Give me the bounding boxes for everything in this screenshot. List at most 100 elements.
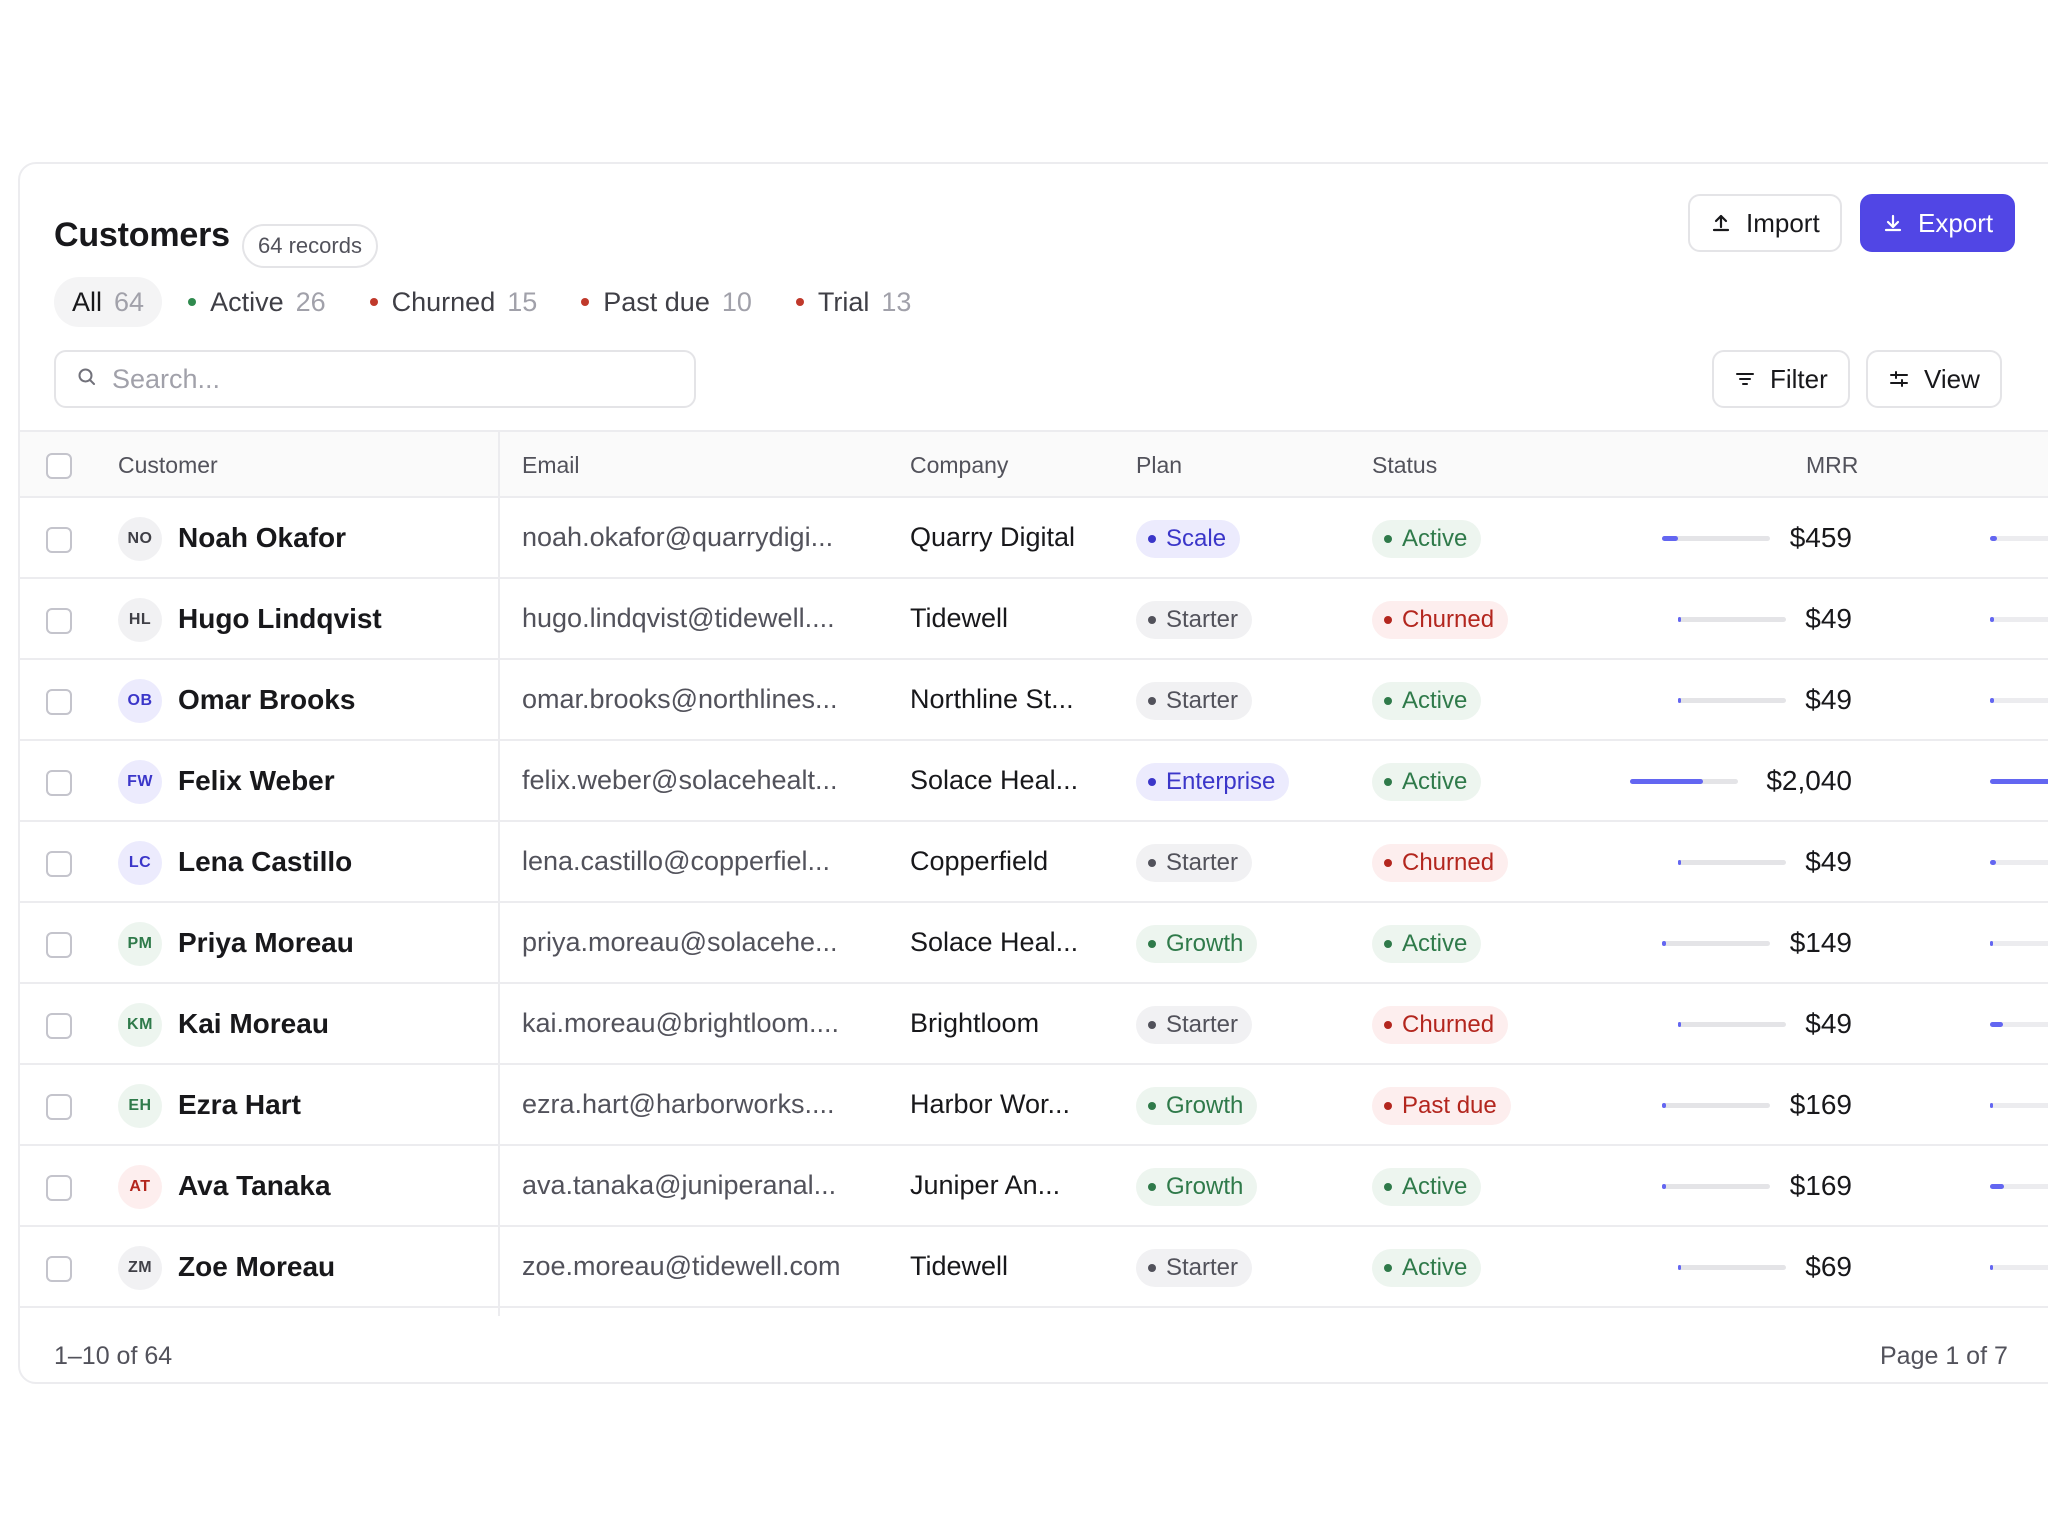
plan-dot	[1148, 1264, 1156, 1272]
trend-bar-fill	[1990, 1022, 2003, 1027]
mrr-value: $459	[1789, 522, 1852, 553]
customer-name[interactable]: Zoe Moreau	[178, 1251, 335, 1283]
row-checkbox[interactable]	[46, 1256, 72, 1282]
mrr-value: $49	[1805, 846, 1852, 877]
row-checkbox[interactable]	[46, 1013, 72, 1039]
table-row[interactable]: OB Omar Brooks omar.brooks@northlines... No…	[20, 660, 2048, 741]
search-box[interactable]	[54, 350, 696, 408]
status-dot	[1384, 778, 1392, 786]
status-badge: Active	[1372, 1168, 1482, 1206]
search-input[interactable]	[112, 363, 672, 395]
column-header-company[interactable]: Company	[910, 452, 1008, 479]
status-dot	[1384, 1183, 1392, 1191]
tab-trial[interactable]: Trial 13	[778, 277, 930, 327]
view-button[interactable]: View	[1866, 350, 2002, 408]
table-row[interactable]: LC Lena Castillo lena.castillo@copperfiel.…	[20, 822, 2048, 903]
row-checkbox[interactable]	[46, 527, 72, 553]
customer-email: omar.brooks@northlines...	[522, 684, 838, 714]
plan-badge: Growth	[1136, 1168, 1258, 1206]
customer-name[interactable]: Kai Moreau	[178, 1008, 329, 1040]
tab-all[interactable]: All 64	[54, 277, 163, 327]
row-checkbox[interactable]	[46, 851, 72, 877]
customer-name[interactable]: Felix Weber	[178, 765, 335, 797]
sliders-icon	[1888, 368, 1910, 390]
table-row[interactable]: EH Ezra Hart ezra.hart@harborworks.... Harb…	[20, 1065, 2048, 1146]
status-dot	[1384, 697, 1392, 705]
trend-bar-fill	[1990, 779, 2048, 784]
trend-bar	[1990, 941, 2048, 946]
mrr-value: $49	[1805, 1008, 1852, 1039]
search-icon	[76, 366, 98, 393]
column-header-status[interactable]: Status	[1372, 452, 1437, 479]
row-checkbox[interactable]	[46, 689, 72, 715]
plan-dot	[1148, 535, 1156, 543]
customer-name[interactable]: Ava Tanaka	[178, 1170, 331, 1202]
tab-past-due[interactable]: Past due 10	[563, 277, 770, 327]
column-header-email[interactable]: Email	[522, 452, 580, 479]
status-tabs: All 64 Active 26 Churned 15 Past due 10 …	[54, 276, 937, 328]
status-dot	[1384, 1021, 1392, 1029]
trend-bar	[1990, 617, 2048, 622]
select-all-checkbox[interactable]	[46, 453, 72, 479]
row-checkbox[interactable]	[46, 932, 72, 958]
table-row[interactable]: FW Felix Weber felix.weber@solacehealt... S…	[20, 741, 2048, 822]
trend-bar-fill	[1990, 536, 1997, 541]
page-title: Customers	[54, 216, 230, 254]
trend-bar	[1990, 860, 2048, 865]
plan-dot	[1148, 697, 1156, 705]
status-label: Churned	[1402, 1011, 1495, 1038]
status-label: Active	[1402, 1173, 1468, 1200]
status-label: Churned	[1402, 606, 1495, 633]
customer-company: Tidewell	[910, 1251, 1009, 1281]
plan-label: Growth	[1166, 1173, 1244, 1200]
tab-count: 15	[507, 286, 538, 317]
row-checkbox[interactable]	[46, 608, 72, 634]
table-footer: 1–10 of 64 Page 1 of 7	[20, 1316, 2048, 1382]
customer-name[interactable]: Lena Castillo	[178, 846, 352, 878]
table-row[interactable]: HL Hugo Lindqvist hugo.lindqvist@tidewell.…	[20, 579, 2048, 660]
customer-name[interactable]: Noah Okafor	[178, 522, 346, 554]
customer-name[interactable]: Hugo Lindqvist	[178, 603, 382, 635]
plan-label: Starter	[1166, 687, 1239, 714]
column-header-customer[interactable]: Customer	[118, 452, 218, 479]
tab-churned[interactable]: Churned 15	[352, 277, 556, 327]
table-row[interactable]: KM Kai Moreau kai.moreau@brightloom.... Bri…	[20, 984, 2048, 1065]
mrr-cell: $459	[1662, 498, 1852, 579]
customer-name[interactable]: Ezra Hart	[178, 1089, 301, 1121]
trend-bar	[1990, 1184, 2048, 1189]
mrr-value: $49	[1805, 684, 1852, 715]
row-checkbox[interactable]	[46, 1175, 72, 1201]
row-checkbox[interactable]	[46, 1094, 72, 1120]
import-button-label: Import	[1746, 208, 1820, 238]
customer-name[interactable]: Omar Brooks	[178, 684, 355, 716]
tab-label: Churned	[391, 286, 496, 317]
export-button[interactable]: Export	[1860, 194, 2016, 252]
column-divider	[498, 430, 500, 1316]
filter-button[interactable]: Filter	[1712, 350, 1850, 408]
plan-badge: Starter	[1136, 601, 1253, 639]
table-row[interactable]: NO Noah Okafor noah.okafor@quarrydigi... Qu…	[20, 498, 2048, 579]
table-row[interactable]: ZM Zoe Moreau zoe.moreau@tidewell.com Tidew…	[20, 1227, 2048, 1308]
avatar: KM	[118, 1003, 162, 1047]
view-button-label: View	[1924, 364, 1980, 394]
customer-company: Tidewell	[910, 603, 1009, 633]
status-label: Past due	[1402, 1092, 1497, 1119]
table-row[interactable]: PM Priya Moreau priya.moreau@solacehe... So…	[20, 903, 2048, 984]
trend-bar-fill	[1990, 1265, 1993, 1270]
avatar: ZM	[118, 1246, 162, 1290]
plan-label: Growth	[1166, 930, 1244, 957]
customer-company: Harbor Wor...	[910, 1089, 1071, 1119]
column-header-mrr[interactable]: MRR	[1806, 452, 1858, 479]
plan-dot	[1148, 859, 1156, 867]
status-dot	[1384, 940, 1392, 948]
import-button[interactable]: Import	[1688, 194, 1842, 252]
status-badge: Active	[1372, 1249, 1482, 1287]
plan-label: Starter	[1166, 1254, 1239, 1281]
trend-bar-fill	[1990, 617, 1994, 622]
row-checkbox[interactable]	[46, 770, 72, 796]
customer-name[interactable]: Priya Moreau	[178, 927, 354, 959]
trend-bar	[1990, 1022, 2048, 1027]
column-header-plan[interactable]: Plan	[1136, 452, 1182, 479]
table-row[interactable]: AT Ava Tanaka ava.tanaka@juniperanal... Jun…	[20, 1146, 2048, 1227]
tab-active[interactable]: Active 26	[170, 277, 344, 327]
